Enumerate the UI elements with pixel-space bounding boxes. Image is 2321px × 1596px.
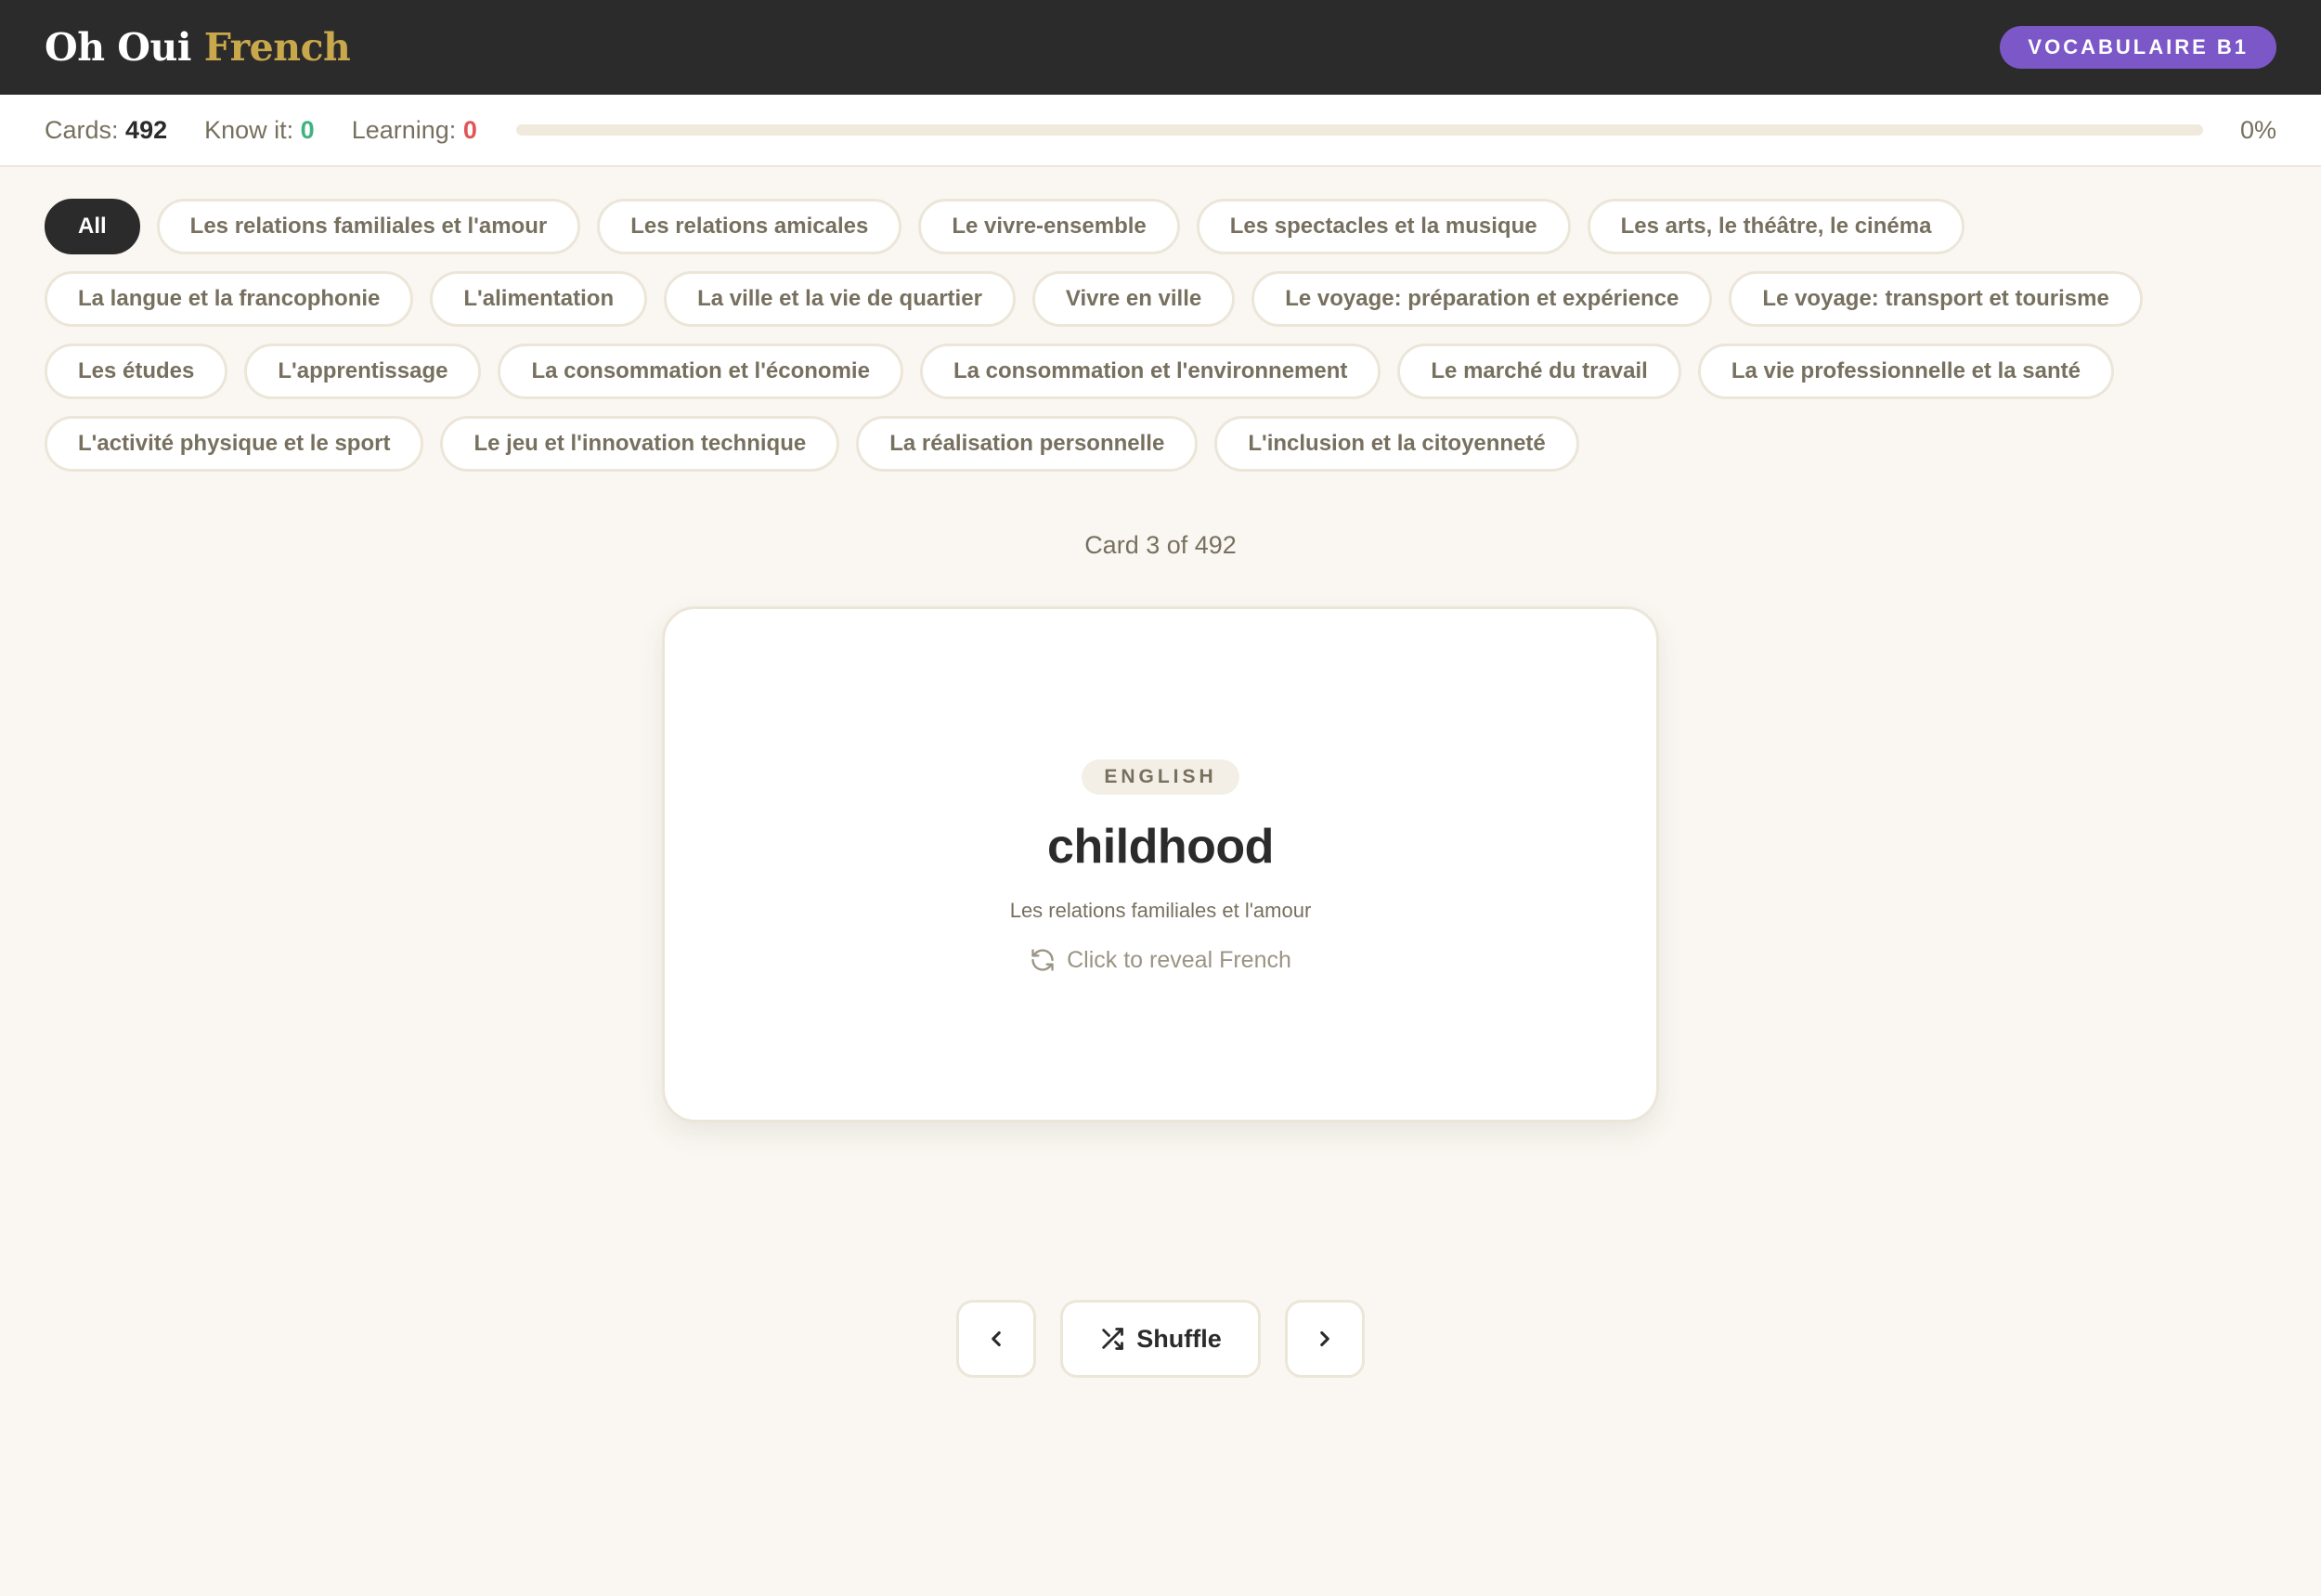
previous-button[interactable] bbox=[956, 1300, 1036, 1378]
category-chip[interactable]: L'apprentissage bbox=[244, 344, 482, 399]
category-chip[interactable]: Le vivre-ensemble bbox=[918, 199, 1180, 254]
category-chip[interactable]: La ville et la vie de quartier bbox=[664, 271, 1016, 327]
category-chip[interactable]: L'alimentation bbox=[430, 271, 648, 327]
category-filter: All Les relations familiales et l'amour Le… bbox=[45, 199, 2276, 472]
shuffle-button[interactable]: Shuffle bbox=[1060, 1300, 1261, 1378]
know-it-count: Know it: 0 bbox=[204, 116, 315, 145]
shuffle-label: Shuffle bbox=[1136, 1324, 1222, 1353]
category-chip[interactable]: L'activité physique et le sport bbox=[45, 416, 424, 472]
chevron-right-icon bbox=[1320, 1330, 1329, 1347]
card-word: childhood bbox=[1047, 819, 1274, 874]
learning-label: Learning: bbox=[351, 115, 457, 144]
level-badge: VOCABULAIRE B1 bbox=[2000, 26, 2276, 69]
brand-accent: French bbox=[203, 25, 351, 70]
category-chip[interactable]: Le marché du travail bbox=[1397, 344, 1681, 399]
flashcard[interactable]: ENGLISH childhood Les relations familial… bbox=[662, 606, 1659, 1122]
category-chip-all[interactable]: All bbox=[45, 199, 140, 254]
category-chip[interactable]: La consommation et l'environnement bbox=[919, 344, 1381, 399]
card-counter: Card 3 of 492 bbox=[1084, 531, 1237, 559]
next-button[interactable] bbox=[1285, 1300, 1365, 1378]
category-chip[interactable]: L'inclusion et la citoyenneté bbox=[1214, 416, 1579, 472]
card-controls: Shuffle bbox=[0, 1300, 2321, 1378]
know-it-value: 0 bbox=[300, 115, 315, 144]
category-chip[interactable]: Les relations amicales bbox=[597, 199, 902, 254]
category-chip[interactable]: Le voyage: préparation et expérience bbox=[1251, 271, 1713, 327]
learning-count: Learning: 0 bbox=[352, 116, 477, 145]
know-it-label: Know it: bbox=[204, 115, 294, 144]
shuffle-icon bbox=[1102, 1328, 1124, 1350]
category-chip[interactable]: La vie professionnelle et la santé bbox=[1697, 344, 2114, 399]
cards-count: Cards: 492 bbox=[45, 116, 167, 145]
brand-name: Oh Oui bbox=[45, 25, 191, 70]
category-chip[interactable]: Vivre en ville bbox=[1031, 271, 1236, 327]
category-chip[interactable]: Le jeu et l'innovation technique bbox=[440, 416, 840, 472]
chevron-left-icon bbox=[992, 1330, 1001, 1347]
category-chip[interactable]: La consommation et l'économie bbox=[498, 344, 903, 399]
card-category: Les relations familiales et l'amour bbox=[1009, 898, 1312, 922]
category-chip[interactable]: La langue et la francophonie bbox=[45, 271, 414, 327]
category-chip[interactable]: Le voyage: transport et tourisme bbox=[1729, 271, 2143, 327]
cards-count-value: 492 bbox=[125, 115, 168, 144]
category-chip[interactable]: Les relations familiales et l'amour bbox=[156, 199, 581, 254]
learning-value: 0 bbox=[462, 115, 477, 144]
app-header: Oh Oui French VOCABULAIRE B1 bbox=[0, 0, 2321, 95]
progress-bar bbox=[515, 124, 2203, 136]
language-label: ENGLISH bbox=[1082, 759, 1239, 795]
brand-logo[interactable]: Oh Oui French bbox=[45, 25, 351, 70]
category-chip[interactable]: Les arts, le théâtre, le cinéma bbox=[1587, 199, 1965, 254]
category-chip[interactable]: La réalisation personnelle bbox=[856, 416, 1199, 472]
reveal-hint[interactable]: Click to reveal French bbox=[1030, 947, 1291, 974]
category-chip[interactable]: Les spectacles et la musique bbox=[1196, 199, 1571, 254]
reveal-hint-text: Click to reveal French bbox=[1067, 946, 1291, 973]
category-chip[interactable]: Les études bbox=[45, 344, 228, 399]
refresh-icon bbox=[1031, 949, 1054, 971]
cards-count-label: Cards: bbox=[45, 115, 119, 144]
stats-bar: Cards: 492 Know it: 0 Learning: 0 0% bbox=[0, 95, 2321, 167]
progress-percent: 0% bbox=[2239, 115, 2276, 144]
